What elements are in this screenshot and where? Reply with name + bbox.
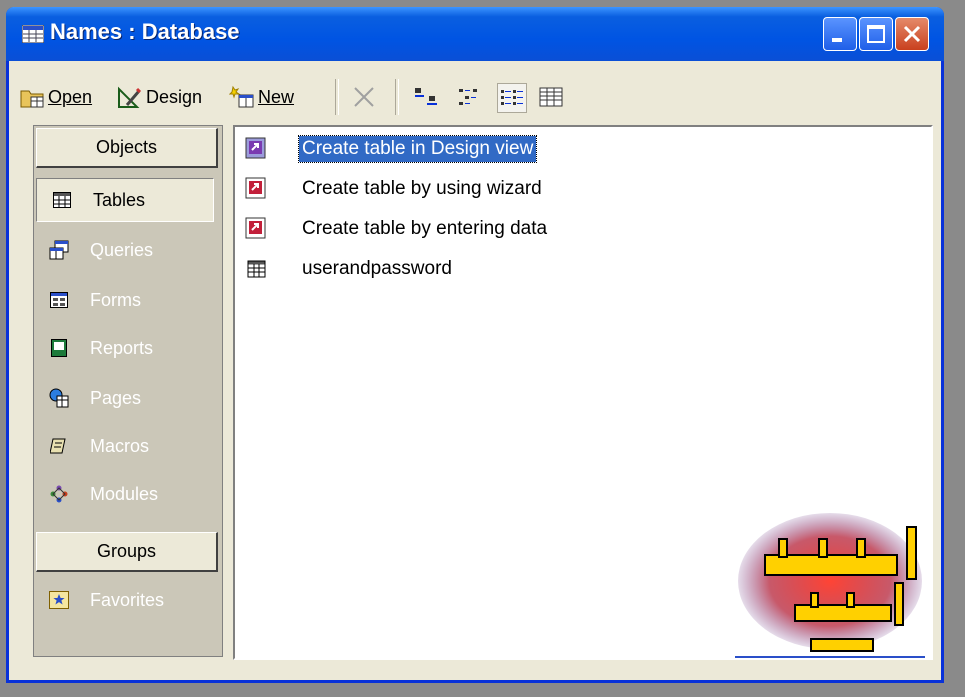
list-item-label: userandpassword <box>302 258 452 279</box>
query-icon <box>48 240 70 260</box>
minimize-button[interactable] <box>823 17 857 51</box>
database-client-area: Objects Tables Queries Forms Reports Pag… <box>25 125 935 667</box>
list-item-label: Create table in Design view <box>297 135 538 163</box>
design-button[interactable]: Design <box>117 83 202 111</box>
delete-icon <box>354 87 374 107</box>
groups-header-button[interactable]: Groups <box>36 532 218 572</box>
details-view-icon <box>539 87 563 107</box>
watermark-logo <box>735 513 925 658</box>
shortcut-icon <box>243 176 269 202</box>
toolbar-separator <box>335 79 339 115</box>
macro-icon <box>48 436 70 456</box>
groups-item-favorites[interactable]: Favorites <box>34 578 222 622</box>
design-label: Design <box>146 86 203 107</box>
objects-item-modules[interactable]: Modules <box>34 472 222 516</box>
objects-item-forms[interactable]: Forms <box>34 278 222 322</box>
toolbar: Open Design New <box>9 61 941 125</box>
open-icon <box>20 90 44 108</box>
shortcut-icon <box>243 216 269 242</box>
title-bar[interactable]: Names : Database <box>6 7 944 61</box>
maximize-icon <box>867 25 885 43</box>
minimize-icon <box>832 38 842 42</box>
close-button[interactable] <box>895 17 929 51</box>
new-icon <box>229 85 254 108</box>
list-item-label: Create table by using wizard <box>302 178 542 199</box>
database-icon <box>22 25 44 43</box>
objects-item-queries[interactable]: Queries <box>34 228 222 272</box>
new-label: New <box>258 86 295 107</box>
form-icon <box>48 290 70 310</box>
table-icon <box>243 256 269 282</box>
report-icon <box>48 338 70 358</box>
objects-item-label: Tables <box>93 189 146 210</box>
objects-bar: Objects Tables Queries Forms Reports Pag… <box>33 125 223 657</box>
small-icons-button[interactable] <box>457 83 485 111</box>
objects-item-label: Macros <box>90 435 150 456</box>
list-item[interactable]: userandpassword <box>243 253 455 285</box>
large-icons-icon <box>415 88 437 105</box>
large-icons-button[interactable] <box>413 83 441 111</box>
new-button[interactable]: New <box>229 83 294 111</box>
small-icons-icon <box>459 89 477 105</box>
details-view-button[interactable] <box>537 83 565 111</box>
list-item[interactable]: Create table by using wizard <box>243 173 545 205</box>
objects-item-label: Forms <box>90 289 141 310</box>
window-title: Names : Database <box>50 19 240 44</box>
close-icon <box>903 25 921 43</box>
object-list: Create table in Design view Create table… <box>233 125 933 660</box>
objects-item-reports[interactable]: Reports <box>34 326 222 370</box>
open-button[interactable]: Open <box>19 83 92 111</box>
groups-item-label: Favorites <box>90 589 165 610</box>
module-icon <box>48 484 70 504</box>
objects-item-label: Reports <box>90 337 154 358</box>
list-item[interactable]: Create table by entering data <box>243 213 550 245</box>
database-window: Names : Database Open Design New Objects… <box>6 7 944 683</box>
list-item-label: Create table by entering data <box>302 218 548 239</box>
objects-item-label: Modules <box>90 483 159 504</box>
objects-item-tables[interactable]: Tables <box>36 178 214 222</box>
list-view-icon <box>501 90 523 105</box>
objects-item-macros[interactable]: Macros <box>34 424 222 468</box>
objects-item-label: Pages <box>90 387 142 408</box>
objects-header-button[interactable]: Objects <box>36 128 218 168</box>
design-icon <box>118 86 142 108</box>
list-view-button[interactable] <box>497 83 527 113</box>
toolbar-separator <box>395 79 399 115</box>
favorites-icon <box>48 590 70 610</box>
list-item[interactable]: Create table in Design view <box>243 133 538 165</box>
maximize-button[interactable] <box>859 17 893 51</box>
open-label: Open <box>48 86 93 107</box>
delete-button[interactable] <box>351 83 377 111</box>
objects-item-pages[interactable]: Pages <box>34 376 222 420</box>
table-icon <box>51 190 73 210</box>
shortcut-icon <box>243 136 269 162</box>
objects-item-label: Queries <box>90 239 154 260</box>
page-icon <box>48 388 70 408</box>
